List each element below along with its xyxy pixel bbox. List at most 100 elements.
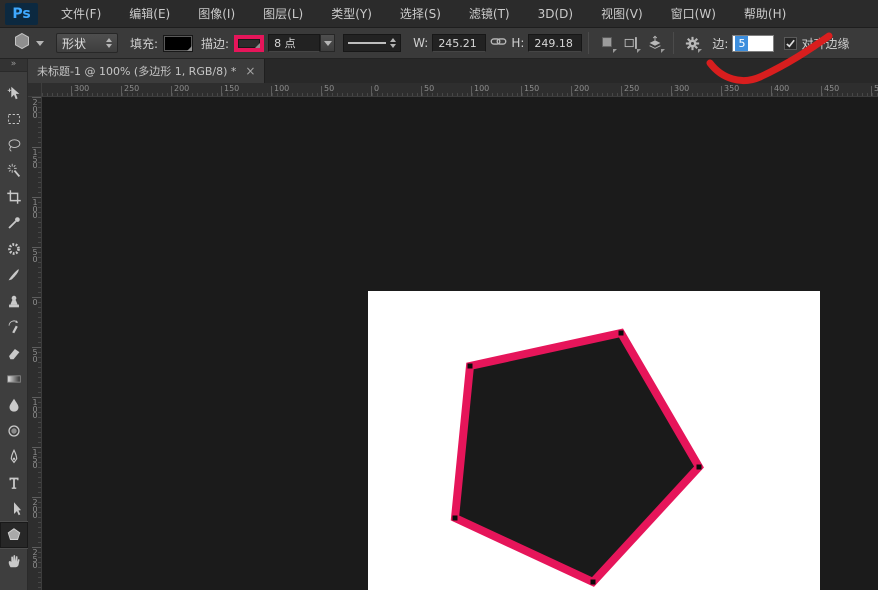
ruler-label: 5 0: [28, 250, 42, 263]
ruler-tick: [121, 86, 122, 96]
ruler-tick: [421, 86, 422, 96]
tool-mode-dropdown[interactable]: 形状: [56, 33, 118, 53]
chevron-down-icon: [698, 49, 702, 53]
document-tab[interactable]: 未标题-1 @ 100% (多边形 1, RGB/8) * ×: [28, 59, 265, 83]
ruler-tick: [521, 86, 522, 96]
menu-item-filter[interactable]: 滤镜(T): [455, 0, 524, 28]
shape-width-value: 245.21: [438, 37, 477, 50]
lasso-tool[interactable]: [0, 132, 28, 158]
menu-item-file[interactable]: 文件(F): [47, 0, 115, 28]
stroke-width-dropdown-button[interactable]: [320, 34, 335, 52]
pasteboard: [42, 97, 878, 590]
stroke-color-swatch[interactable]: [234, 35, 264, 52]
shape-height-value: 249.18: [534, 37, 573, 50]
path-selection-tool[interactable]: [0, 496, 28, 522]
stroke-width-value: 8 点: [274, 35, 296, 51]
ruler-top[interactable]: 3002502001501005005010015020025030035040…: [42, 83, 878, 97]
document-tab-title: 未标题-1 @ 100% (多边形 1, RGB/8) *: [37, 63, 236, 79]
eyedropper-tool[interactable]: [0, 210, 28, 236]
menu-item-layer[interactable]: 图层(L): [249, 0, 317, 28]
menu-item-image[interactable]: 图像(I): [184, 0, 249, 28]
sides-input[interactable]: 5: [732, 35, 774, 52]
clone-stamp-tool[interactable]: [0, 288, 28, 314]
ruler-tick: [621, 86, 622, 96]
checkmark-icon: [785, 38, 796, 49]
hand-tool[interactable]: [0, 548, 28, 574]
ruler-label: 450: [824, 84, 839, 93]
magic-wand-tool[interactable]: [0, 158, 28, 184]
stroke-label: 描边:: [201, 35, 229, 52]
ruler-tick: [771, 86, 772, 96]
ruler-tick: [821, 86, 822, 96]
dodge-tool[interactable]: [0, 418, 28, 444]
ruler-tick: [371, 86, 372, 96]
updown-arrows-icon: [390, 38, 396, 48]
polygon-preset-icon: [12, 31, 32, 55]
path-arrangement-button[interactable]: [643, 31, 667, 55]
ruler-label: 300: [74, 84, 89, 93]
ruler-label: 500: [874, 84, 878, 93]
collapse-panel-icon[interactable]: »: [0, 59, 27, 72]
history-brush-tool[interactable]: [0, 314, 28, 340]
tool-column: [0, 80, 27, 574]
align-edges-checkbox[interactable]: [784, 37, 797, 50]
shape-height-field[interactable]: 249.18: [528, 34, 582, 52]
ruler-corner: [28, 83, 42, 97]
menu-item-view[interactable]: 视图(V): [587, 0, 657, 28]
ruler-label: 5 0: [28, 350, 42, 363]
menu-item-window[interactable]: 窗口(W): [657, 0, 730, 28]
ruler-tick: [671, 86, 672, 96]
stroke-type-dropdown[interactable]: [343, 34, 401, 52]
marquee-tool[interactable]: [0, 106, 28, 132]
width-label: W:: [413, 36, 428, 50]
updown-arrows-icon: [106, 38, 112, 48]
ruler-label: 2 5 0: [28, 550, 42, 570]
ruler-tick: [871, 86, 872, 96]
brush-tool[interactable]: [0, 262, 28, 288]
blur-tool[interactable]: [0, 392, 28, 418]
move-tool[interactable]: [0, 80, 28, 106]
menu-item-edit[interactable]: 编辑(E): [115, 0, 184, 28]
ruler-label: 200: [174, 84, 189, 93]
menu-item-select[interactable]: 选择(S): [386, 0, 455, 28]
link-dimensions-icon[interactable]: [490, 33, 507, 54]
path-alignment-button[interactable]: [619, 31, 643, 55]
crop-tool[interactable]: [0, 184, 28, 210]
type-tool[interactable]: [0, 470, 28, 496]
shape-width-field[interactable]: 245.21: [432, 34, 486, 52]
ruler-label: 1 5 0: [28, 450, 42, 470]
chevron-down-icon: [36, 41, 44, 46]
tool-mode-value: 形状: [62, 35, 86, 52]
ruler-label: 150: [224, 84, 239, 93]
ruler-label: 100: [274, 84, 289, 93]
ruler-left[interactable]: 2 0 01 5 01 0 05 005 01 0 01 5 02 0 02 5…: [28, 97, 42, 590]
fill-color-swatch[interactable]: [163, 35, 193, 52]
document-tab-bar: 未标题-1 @ 100% (多边形 1, RGB/8) * ×: [28, 59, 878, 83]
ruler-label: 400: [774, 84, 789, 93]
close-tab-icon[interactable]: ×: [245, 66, 255, 76]
healing-brush-tool[interactable]: [0, 236, 28, 262]
stroke-width-field[interactable]: 8 点: [268, 34, 320, 52]
ruler-label: 50: [424, 84, 434, 93]
shape-settings-gear-button[interactable]: [680, 31, 704, 55]
pen-tool[interactable]: [0, 444, 28, 470]
menu-item-help[interactable]: 帮助(H): [730, 0, 800, 28]
ruler-label: 50: [324, 84, 334, 93]
gradient-tool[interactable]: [0, 366, 28, 392]
ruler-label: 1 0 0: [28, 400, 42, 420]
shape-tool[interactable]: [0, 522, 28, 548]
path-operations-button[interactable]: [595, 31, 619, 55]
chevron-down-icon: [637, 49, 641, 53]
menu-item-3d[interactable]: 3D(D): [524, 0, 587, 28]
ruler-label: 250: [624, 84, 639, 93]
menu-item-type[interactable]: 类型(Y): [317, 0, 386, 28]
tool-preset-button[interactable]: [12, 31, 44, 55]
eraser-tool[interactable]: [0, 340, 28, 366]
ruler-tick: [571, 86, 572, 96]
ruler-label: 0: [28, 300, 42, 307]
menu-bar: Ps 文件(F)编辑(E)图像(I)图层(L)类型(Y)选择(S)滤镜(T)3D…: [0, 0, 878, 28]
ruler-tick: [721, 86, 722, 96]
tool-options-bar: 形状 填充: 描边: 8 点 W: 245.21 H: 249.18: [0, 28, 878, 59]
ruler-label: 100: [474, 84, 489, 93]
ruler-tick: [471, 86, 472, 96]
